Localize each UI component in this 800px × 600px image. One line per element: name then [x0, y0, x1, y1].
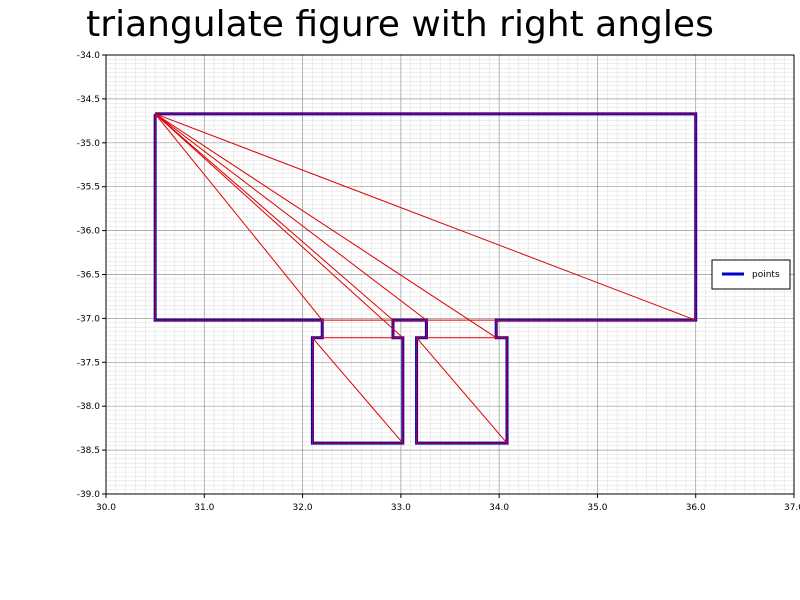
- y-tick-label: -35.0: [77, 139, 101, 149]
- x-tick-label: 34.0: [489, 503, 509, 513]
- triangle-edge: [154, 113, 394, 321]
- x-tick-label: 30.0: [96, 503, 116, 513]
- x-tick-label: 33.0: [391, 503, 411, 513]
- y-tick-label: -39.0: [77, 490, 101, 500]
- y-tick-label: -38.5: [77, 446, 100, 456]
- triangle-edge: [154, 113, 427, 321]
- triangle-edges: [154, 113, 696, 444]
- x-tick-label: 32.0: [293, 503, 313, 513]
- legend-label-points: points: [752, 270, 780, 280]
- outline-line: [154, 113, 697, 444]
- triangle-edge: [154, 113, 696, 321]
- y-tick-label: -34.0: [77, 51, 101, 61]
- series-line-points: [153, 112, 698, 445]
- x-tick-label: 37.0: [784, 503, 800, 513]
- legend: points: [711, 259, 791, 290]
- y-tick-label: -36.5: [77, 271, 100, 281]
- series-layer: [153, 112, 698, 445]
- y-tick-label: -34.5: [77, 95, 100, 105]
- x-tick-label: 36.0: [686, 503, 706, 513]
- triangle-edge: [154, 113, 323, 321]
- y-tick-label: -36.0: [77, 227, 101, 237]
- y-tick-label: -37.0: [77, 314, 101, 324]
- y-tick-label: -35.5: [77, 183, 100, 193]
- x-tick-label: 31.0: [194, 503, 214, 513]
- y-tick-label: -37.5: [77, 358, 100, 368]
- chart-plot: 30.0 31.0 32.0 33.0 34.0 35.0 36.0 37.0 -34.0 -34…: [77, 51, 800, 513]
- x-tick-label: 35.0: [587, 503, 607, 513]
- y-tick-label: -38.0: [77, 402, 101, 412]
